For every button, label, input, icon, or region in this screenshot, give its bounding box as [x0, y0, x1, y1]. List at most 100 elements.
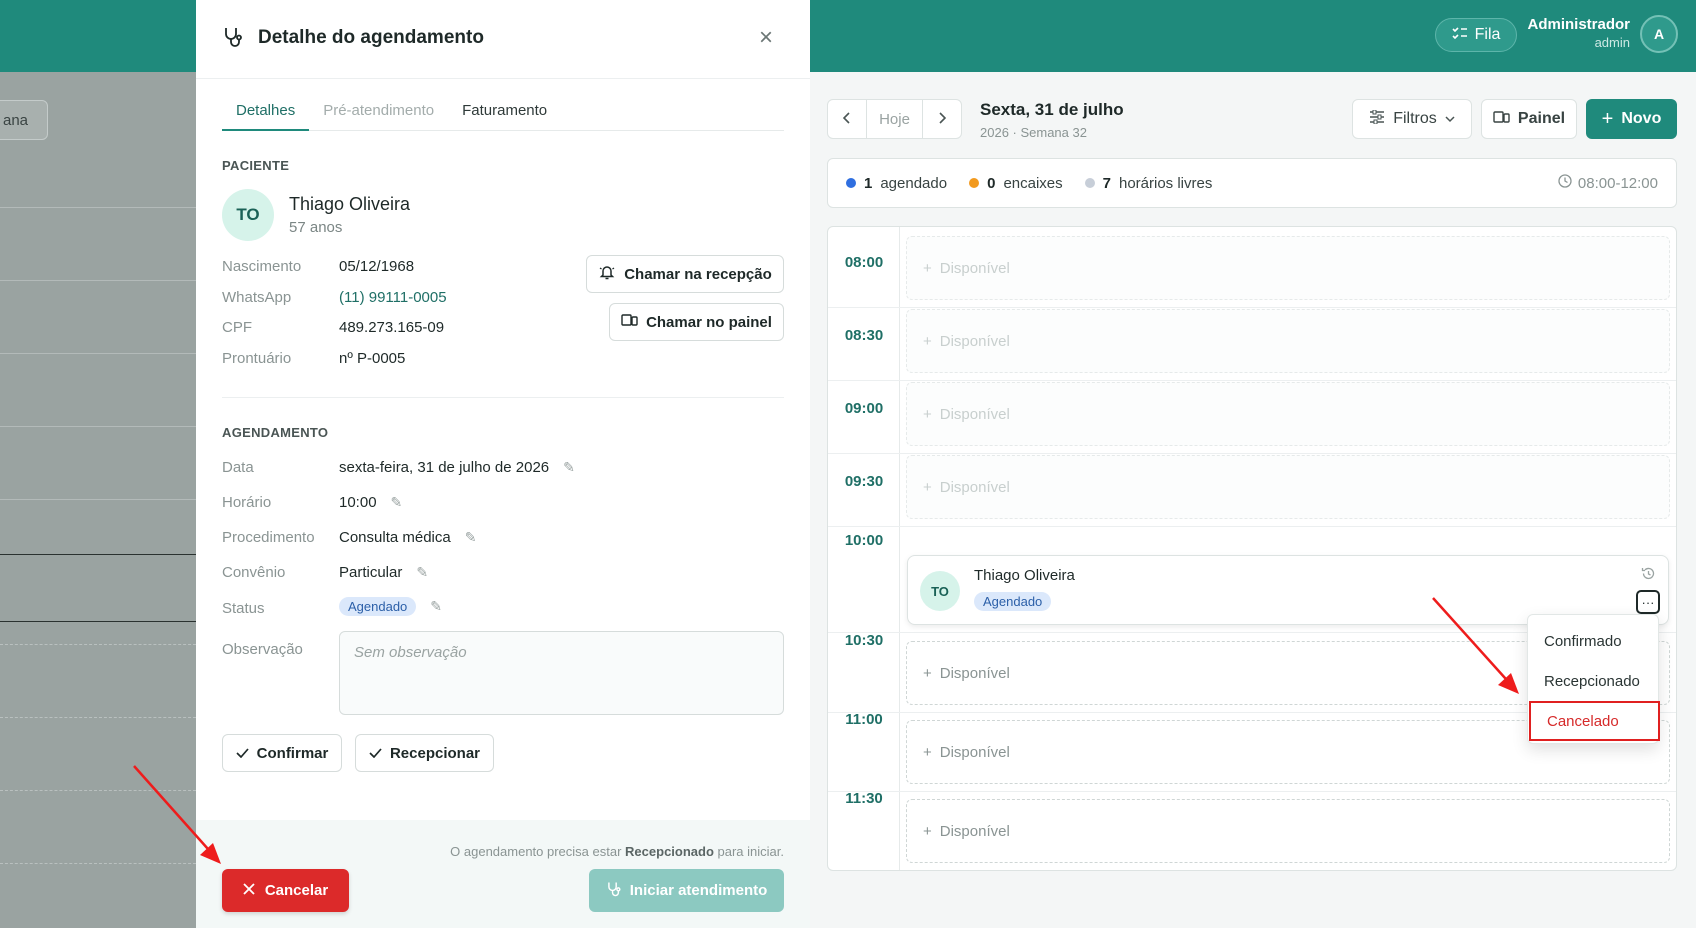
close-icon[interactable]: ×	[759, 24, 773, 52]
filters-label: Filtros	[1393, 110, 1437, 127]
modal-tabs: Detalhes Pré-atendimento Faturamento	[222, 100, 784, 131]
menu-item-confirmado[interactable]: Confirmado	[1528, 621, 1658, 661]
menu-item-recepcionado[interactable]: Recepcionado	[1528, 661, 1658, 701]
edit-procedure-icon[interactable]: ✎	[465, 529, 477, 546]
filters-button[interactable]: Filtros	[1352, 99, 1472, 139]
display-icon	[621, 313, 638, 331]
tab-detalhes[interactable]: Detalhes	[222, 100, 310, 131]
call-panel-button[interactable]: Chamar no painel	[609, 303, 784, 341]
user-info[interactable]: Administrador admin	[1520, 16, 1630, 50]
check-icon	[369, 745, 382, 762]
slot-time: 10:00	[844, 532, 884, 549]
slot-time: 11:30	[845, 790, 883, 807]
plus-icon: +	[1601, 107, 1614, 130]
available-slot[interactable]: + Disponível	[906, 382, 1670, 446]
stethoscope-icon	[222, 26, 244, 53]
available-slot[interactable]: + Disponível	[906, 799, 1670, 863]
slot-label: Disponível	[939, 743, 1010, 761]
modal-title: Detalhe do agendamento	[258, 27, 484, 48]
more-options-button[interactable]: ···	[1636, 590, 1660, 614]
history-icon[interactable]	[1641, 566, 1656, 585]
slot-time: 09:00	[844, 400, 884, 417]
field-label: Horário	[222, 494, 272, 511]
edit-time-icon[interactable]: ✎	[391, 494, 403, 511]
menu-item-cancelado[interactable]: Cancelado	[1529, 701, 1660, 741]
user-role: admin	[1594, 35, 1630, 50]
field-label: Observação	[222, 641, 303, 658]
hint-text: O agendamento precisa estar	[450, 844, 626, 859]
day-subtitle: 2026 · Semana 32	[980, 125, 1087, 140]
tab-faturamento[interactable]: Faturamento	[448, 100, 561, 131]
plus-icon: +	[923, 478, 932, 496]
summary-count: 0	[987, 174, 996, 192]
insurance-text: Particular	[339, 564, 403, 581]
record-value: nº P-0005	[339, 350, 406, 367]
summary-count: 7	[1102, 174, 1111, 192]
next-day-button[interactable]	[923, 100, 961, 138]
tab-pre-atendimento[interactable]: Pré-atendimento	[309, 100, 448, 131]
patient-name: Thiago Oliveira	[289, 194, 411, 214]
birth-date-value: 05/12/1968	[339, 258, 415, 275]
schedule-summary: 1 agendado 0 encaixes 7 horários livres …	[827, 158, 1677, 208]
patient-name: Thiago Oliveira	[974, 567, 1075, 584]
appointment-detail-modal: Detalhe do agendamento × Detalhes Pré-at…	[196, 0, 810, 928]
fit-in-dot-icon	[969, 178, 980, 188]
week-view-button: ana	[0, 100, 48, 140]
available-slot[interactable]: + Disponível	[906, 236, 1670, 300]
queue-button[interactable]: Fila	[1435, 18, 1517, 52]
chevron-right-icon	[938, 111, 947, 128]
date-value: sexta-feira, 31 de julho de 2026 ✎	[339, 459, 575, 476]
whatsapp-link[interactable]: (11) 99111-0005	[339, 289, 447, 306]
close-icon	[243, 882, 255, 899]
field-label: Status	[222, 600, 265, 617]
slot-time: 08:00	[844, 254, 884, 271]
slot-label: Disponível	[939, 664, 1010, 682]
edit-status-icon[interactable]: ✎	[430, 598, 442, 615]
summary-item: 1 agendado	[846, 175, 947, 192]
stethoscope-icon	[606, 881, 622, 901]
user-name: Administrador	[1527, 16, 1630, 33]
procedure-text: Consulta médica	[339, 529, 451, 546]
date-navigation: Hoje	[827, 99, 962, 139]
summary-label: encaixes	[1003, 174, 1063, 192]
receive-button[interactable]: Recepcionar	[355, 734, 494, 772]
panel-button[interactable]: Painel	[1481, 99, 1577, 139]
summary-item: 0 encaixes	[969, 175, 1063, 192]
patient-section-title: PACIENTE	[222, 158, 290, 173]
observation-field[interactable]: Sem observação	[339, 631, 784, 715]
start-service-button[interactable]: Iniciar atendimento	[589, 869, 784, 912]
edit-insurance-icon[interactable]: ✎	[416, 564, 428, 581]
call-reception-button[interactable]: Chamar na recepção	[586, 255, 784, 293]
backdrop-overlay: ana	[0, 72, 196, 928]
user-avatar[interactable]: A	[1640, 15, 1678, 53]
plus-icon: +	[923, 664, 932, 682]
available-slot[interactable]: + Disponível	[906, 309, 1670, 373]
modal-footer: O agendamento precisa estar Recepcionado…	[196, 820, 810, 928]
chevron-left-icon	[842, 111, 851, 128]
time-text: 10:00	[339, 494, 377, 511]
today-button[interactable]: Hoje	[866, 100, 923, 138]
prev-day-button[interactable]	[828, 100, 866, 138]
slot-time: 11:00	[845, 711, 883, 728]
procedure-value: Consulta médica ✎	[339, 529, 476, 546]
slot-time: 09:30	[844, 473, 884, 490]
status-value: Agendado ✎	[339, 597, 442, 616]
status-badge: Agendado	[974, 592, 1052, 611]
status-menu: Confirmado Recepcionado Cancelado	[1527, 614, 1660, 744]
insurance-value: Particular ✎	[339, 564, 428, 581]
scheduled-dot-icon	[846, 178, 856, 188]
cancel-appointment-button[interactable]: Cancelar	[222, 869, 349, 912]
hint-text: para iniciar.	[713, 844, 784, 859]
slot-time: 10:30	[844, 632, 884, 649]
hint-bold: Recepcionado	[625, 844, 714, 859]
new-appointment-button[interactable]: + Novo	[1586, 99, 1677, 139]
confirm-button[interactable]: Confirmar	[222, 734, 342, 772]
field-label: CPF	[222, 319, 252, 336]
available-slot[interactable]: + Disponível	[906, 455, 1670, 519]
edit-date-icon[interactable]: ✎	[563, 459, 575, 476]
field-label: Convênio	[222, 564, 286, 581]
slot-label: Disponível	[939, 405, 1010, 423]
modal-header: Detalhe do agendamento ×	[196, 0, 810, 79]
slot-time: 08:30	[844, 327, 884, 344]
plus-icon: +	[923, 743, 932, 761]
